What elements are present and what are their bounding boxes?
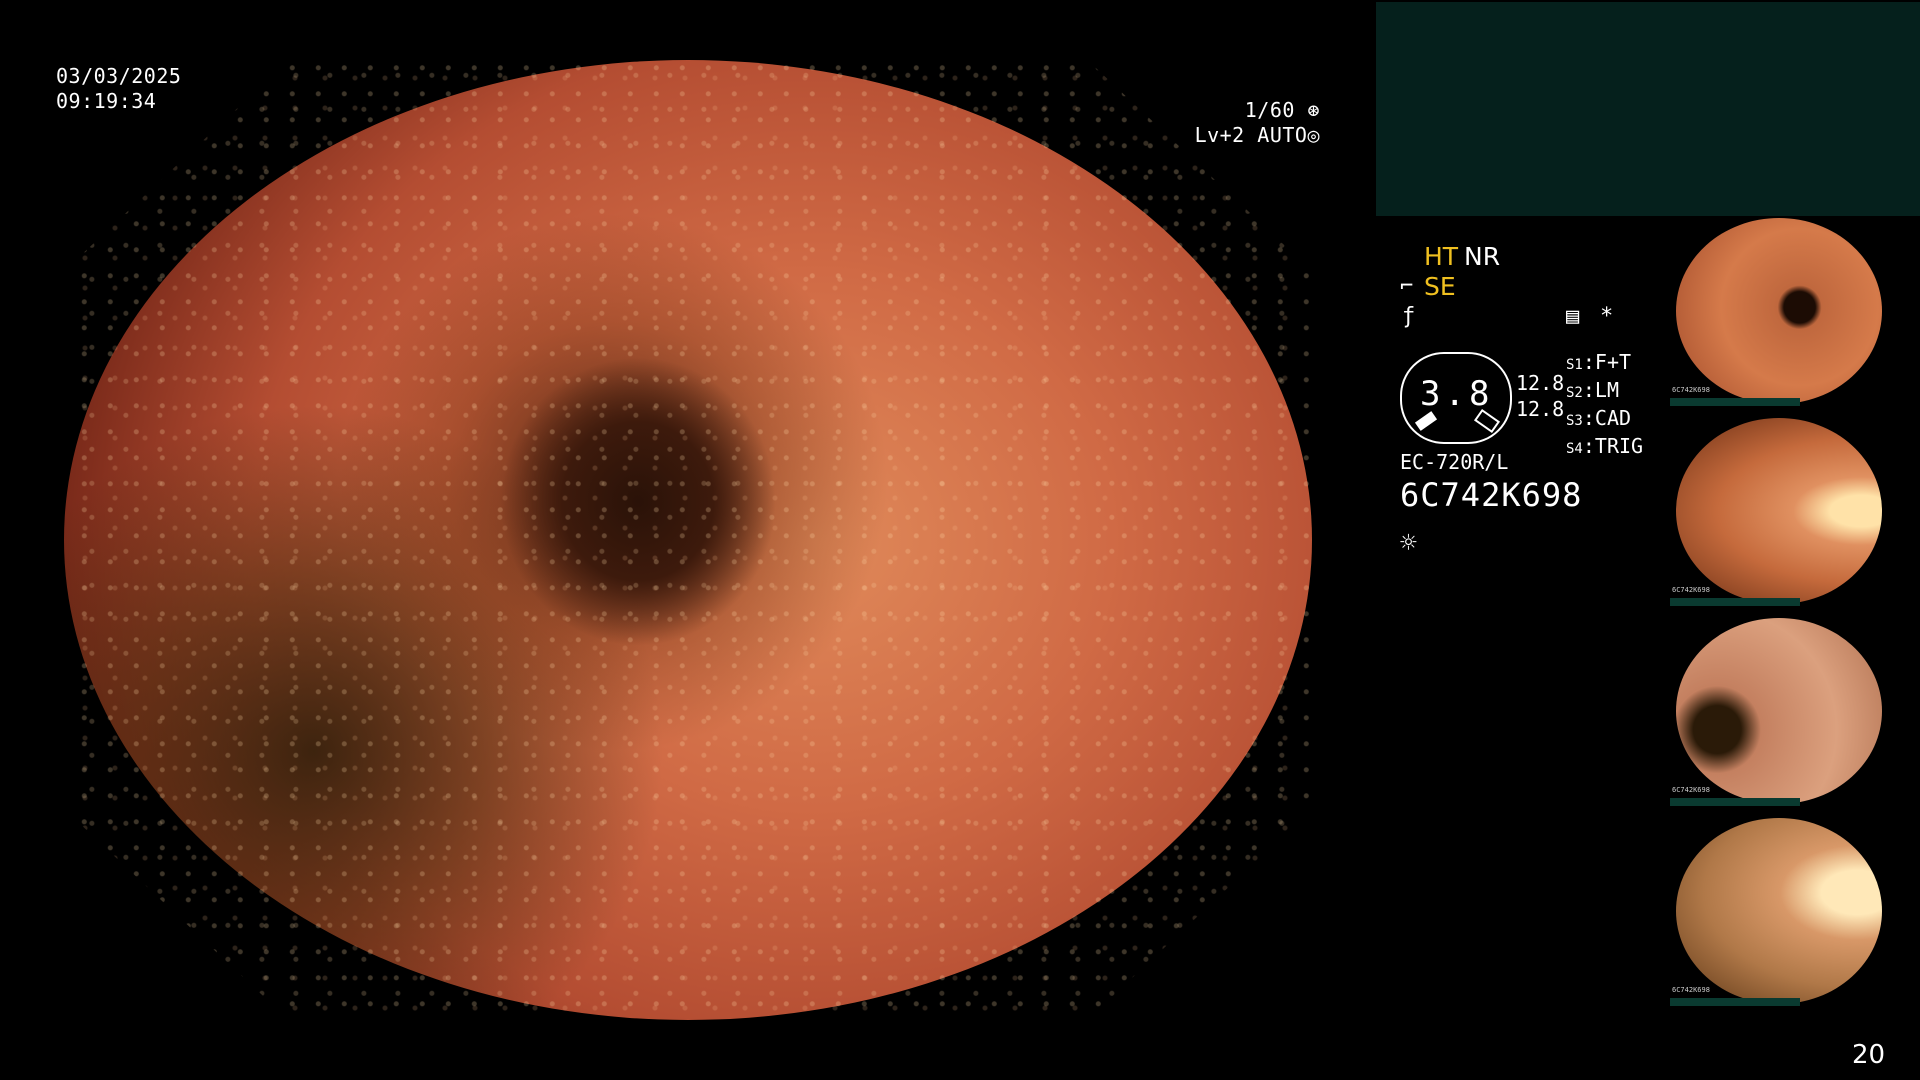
nr-indicator: NR: [1464, 242, 1501, 271]
mode-item: S4:TRIG: [1566, 434, 1644, 458]
camera-settings-overlay: 1/60 ⊛ Lv+2 AUTO◎: [1180, 98, 1320, 148]
endoscope-main-view: [64, 60, 1312, 1020]
thumbnail-bar: [1670, 398, 1800, 406]
info-panel-background: [1376, 2, 1920, 216]
insufflation-gauge: 3.8: [1400, 352, 1512, 444]
thumbnail-image: [1676, 218, 1882, 404]
record-icon: ▤: [1566, 304, 1580, 329]
thumbnail-2[interactable]: 6C742K698: [1670, 416, 1920, 606]
thumbnail-label: 6C742K698: [1672, 986, 1710, 994]
gauge-marker-left: [1414, 411, 1438, 431]
readout-2: 12.8: [1516, 397, 1565, 421]
mode-item: S1:F+T: [1566, 350, 1632, 374]
thumbnail-1[interactable]: 6C742K698: [1670, 216, 1920, 406]
captured-thumbnails: 6C742K698 6C742K698 6C742K698 6C742K698: [1670, 216, 1920, 1016]
thumbnail-label: 6C742K698: [1672, 586, 1710, 594]
gauge-marker-right: [1473, 408, 1501, 434]
thumbnail-label: 6C742K698: [1672, 786, 1710, 794]
mode-item: S3:CAD: [1566, 406, 1632, 430]
switch-modes-list: S1:F+T S2:LM S3:CAD S4:TRIG: [1566, 350, 1643, 462]
light-source-icon: ☼: [1400, 526, 1417, 559]
shutter-text: 1/60: [1244, 98, 1295, 122]
structure-enhance-icon: ⌐: [1400, 274, 1414, 299]
thumbnail-label: 6C742K698: [1672, 386, 1710, 394]
thumbnail-image: [1676, 818, 1882, 1004]
thumbnail-3[interactable]: 6C742K698: [1670, 616, 1920, 806]
scope-serial: 6C742K698: [1400, 476, 1583, 514]
aperture-icon: ⊛: [1294, 98, 1320, 122]
scope-model: EC-720R/L: [1400, 450, 1509, 474]
thumbnail-4[interactable]: 6C742K698: [1670, 816, 1920, 1006]
readout-values: 12.8 12.8: [1516, 370, 1564, 422]
thumbnail-bar: [1670, 798, 1800, 806]
thumbnail-image: [1676, 618, 1882, 804]
iris-icon: ◎: [1307, 123, 1320, 147]
mode-item: S2:LM: [1566, 378, 1619, 402]
se-indicator: SE: [1424, 272, 1456, 301]
ht-indicator: HT: [1424, 242, 1459, 271]
asterisk-icon: *: [1600, 304, 1614, 329]
date-text: 03/03/2025: [56, 64, 182, 88]
date-time-overlay: 03/03/2025 09:19:34: [56, 64, 181, 114]
page-number: 20: [1852, 1040, 1886, 1070]
time-text: 09:19:34: [56, 89, 157, 113]
readout-1: 12.8: [1516, 371, 1565, 395]
thumbnail-bar: [1670, 998, 1800, 1006]
gauge-value: 3.8: [1420, 374, 1494, 414]
status-panel: HT NR ⌐ SE ƒ ▤ * 3.8 12.8 12.8 S1:F+T S2…: [1400, 240, 1670, 560]
level-text: Lv+2: [1194, 123, 1245, 147]
color-tone-icon: ƒ: [1402, 304, 1416, 329]
mode-text: AUTO: [1257, 123, 1308, 147]
thumbnail-image: [1676, 418, 1882, 604]
thumbnail-bar: [1670, 598, 1800, 606]
